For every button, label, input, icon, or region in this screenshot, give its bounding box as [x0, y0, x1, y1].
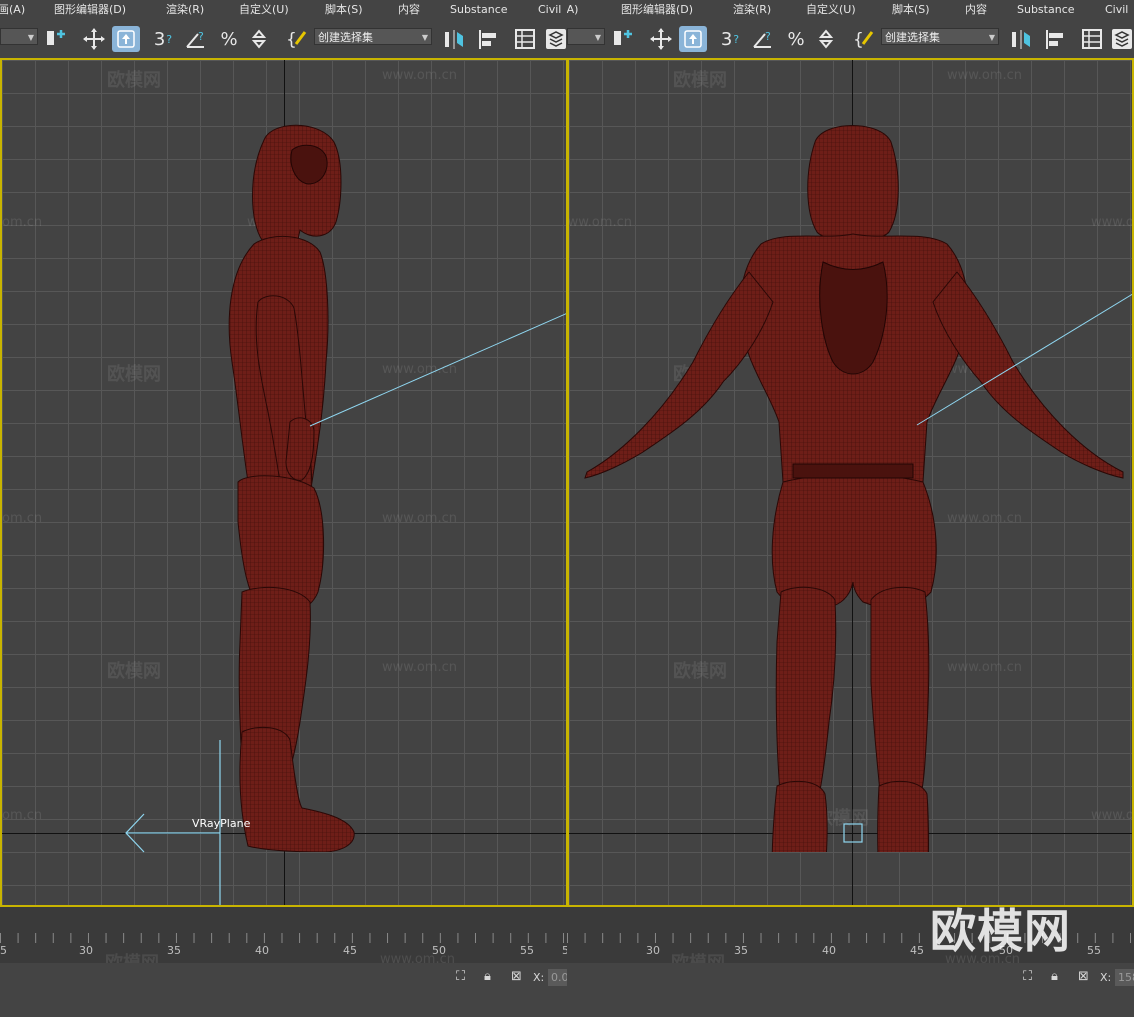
viewport-left[interactable]: 欧模网 www.om.cn om.cn www.om.cn 欧模网 www.om…: [0, 58, 567, 907]
scene-explorer-icon[interactable]: [1110, 26, 1134, 52]
menu-item-scripting[interactable]: 脚本(S): [325, 0, 363, 20]
transform-mode-icon[interactable]: ⊠: [511, 969, 522, 984]
menu-item-animation[interactable]: Civil(A): [567, 0, 578, 20]
ruler-ticks: [0, 933, 567, 943]
snap-toggle-icon[interactable]: 3?: [150, 26, 176, 52]
named-selection-text: 创建选择集: [318, 31, 373, 44]
svg-text:{: {: [286, 30, 297, 50]
snap-label: 3: [720, 28, 733, 50]
menu-bar: Civil(A) 图形编辑器(D) 渲染(R) 自定义(U) 脚本(S) 内容 …: [567, 0, 1134, 20]
angle-snap-icon[interactable]: ?: [183, 26, 209, 52]
tick-label: 35: [734, 944, 748, 957]
status-bar: ⛶ 🔒︎ ⊠ X: 0.0: [0, 963, 567, 1017]
percent-snap-icon[interactable]: %: [216, 26, 242, 52]
isolate-selection-icon[interactable]: ⛶: [1023, 969, 1032, 984]
svg-text:?: ?: [765, 30, 771, 43]
menu-item-civil[interactable]: Civil: [538, 0, 561, 20]
mirror-icon[interactable]: [1007, 26, 1035, 52]
select-object-icon[interactable]: [112, 26, 140, 52]
edit-named-selection-icon[interactable]: {: [284, 26, 312, 52]
tick-label: 35: [167, 944, 181, 957]
transform-mode-icon[interactable]: ⊠: [1078, 969, 1089, 984]
x-coord-field[interactable]: 158: [1115, 969, 1134, 986]
time-slider-ruler[interactable]: 5 30 35 40 45 50 55 5 欧模网 www.om.cn: [0, 907, 567, 974]
spinner-snap-icon[interactable]: [813, 26, 839, 52]
menu-item-content[interactable]: 内容: [965, 0, 987, 20]
isolate-selection-icon[interactable]: ⛶: [456, 969, 465, 984]
snap-label: 3: [153, 28, 166, 50]
menu-item-scripting[interactable]: 脚本(S): [892, 0, 930, 20]
menu-item-customize[interactable]: 自定义(U): [806, 0, 856, 20]
menu-item-substance[interactable]: Substance: [450, 0, 508, 20]
menu-bar: 画(A) 图形编辑器(D) 渲染(R) 自定义(U) 脚本(S) 内容 Subs…: [0, 0, 567, 20]
percent-label: %: [787, 28, 805, 50]
tick-label: 45: [910, 944, 924, 957]
tick-label: 40: [822, 944, 836, 957]
mirror-icon[interactable]: [440, 26, 468, 52]
menu-item-content[interactable]: 内容: [398, 0, 420, 20]
menu-item-rendering[interactable]: 渲染(R): [166, 0, 204, 20]
menu-item-rendering[interactable]: 渲染(R): [733, 0, 771, 20]
align-icon[interactable]: [1041, 26, 1069, 52]
named-selection-text: 创建选择集: [885, 31, 940, 44]
lock-icon[interactable]: 🔒︎: [1051, 969, 1058, 984]
tick-label: 40: [255, 944, 269, 957]
layer-manager-icon[interactable]: [512, 26, 538, 52]
viewport-right[interactable]: 欧模网 www.om.cn www.om.cn www.om.cn 欧模网 ww…: [567, 58, 1134, 907]
layer-manager-icon[interactable]: [1079, 26, 1105, 52]
tick-label: 30: [646, 944, 660, 957]
named-selection-dropdown[interactable]: 创建选择集 ▼: [881, 28, 999, 45]
vray-plane-gizmo[interactable]: [569, 60, 1134, 907]
svg-text:{: {: [853, 30, 864, 50]
align-icon[interactable]: [474, 26, 502, 52]
tick-label: 30: [79, 944, 93, 957]
menu-item-graph-editors[interactable]: 图形编辑器(D): [54, 0, 126, 20]
x-coord-field[interactable]: 0.0: [548, 969, 567, 986]
tick-label: 5: [0, 944, 7, 957]
menu-item-customize[interactable]: 自定义(U): [239, 0, 289, 20]
scene-explorer-icon[interactable]: [543, 26, 567, 52]
percent-label: %: [220, 28, 238, 50]
select-filter-icon[interactable]: [42, 26, 70, 52]
named-selection-dropdown[interactable]: 创建选择集 ▼: [314, 28, 432, 45]
menu-item-civil[interactable]: Civil: [1105, 0, 1128, 20]
spinner-snap-icon[interactable]: [246, 26, 272, 52]
vray-plane-gizmo[interactable]: [2, 60, 567, 907]
select-object-icon[interactable]: [679, 26, 707, 52]
angle-snap-icon[interactable]: ?: [750, 26, 776, 52]
snap-toggle-icon[interactable]: 3?: [717, 26, 743, 52]
menu-item-animation[interactable]: 画(A): [0, 0, 25, 20]
percent-snap-icon[interactable]: %: [783, 26, 809, 52]
x-coord-label: X:: [533, 971, 545, 984]
left-window: 画(A) 图形编辑器(D) 渲染(R) 自定义(U) 脚本(S) 内容 Subs…: [0, 0, 567, 1017]
edit-named-selection-icon[interactable]: {: [851, 26, 879, 52]
select-filter-icon[interactable]: [609, 26, 637, 52]
tick-label: 55: [1087, 944, 1101, 957]
status-bar: ⛶ 🔒︎ ⊠ X: 158: [567, 963, 1134, 1017]
tick-label: 55: [520, 944, 534, 957]
main-toolbar: ▼ 3? ? % { 创建选择集 ▼: [0, 20, 567, 59]
lock-icon[interactable]: 🔒︎: [484, 969, 491, 984]
right-window: Civil(A) 图形编辑器(D) 渲染(R) 自定义(U) 脚本(S) 内容 …: [567, 0, 1134, 1017]
move-icon[interactable]: [80, 26, 108, 52]
filter-dropdown[interactable]: ▼: [567, 28, 605, 45]
filter-dropdown[interactable]: ▼: [0, 28, 38, 45]
main-toolbar: ▼ 3? ? % { 创建选择集 ▼: [567, 20, 1134, 59]
svg-text:?: ?: [198, 30, 204, 43]
menu-item-graph-editors[interactable]: 图形编辑器(D): [621, 0, 693, 20]
brand-watermark: 欧模网: [930, 904, 1071, 958]
tick-label: 45: [343, 944, 357, 957]
move-icon[interactable]: [647, 26, 675, 52]
menu-item-substance[interactable]: Substance: [1017, 0, 1075, 20]
x-coord-label: X:: [1100, 971, 1112, 984]
object-label: VRayPlane: [192, 817, 251, 830]
